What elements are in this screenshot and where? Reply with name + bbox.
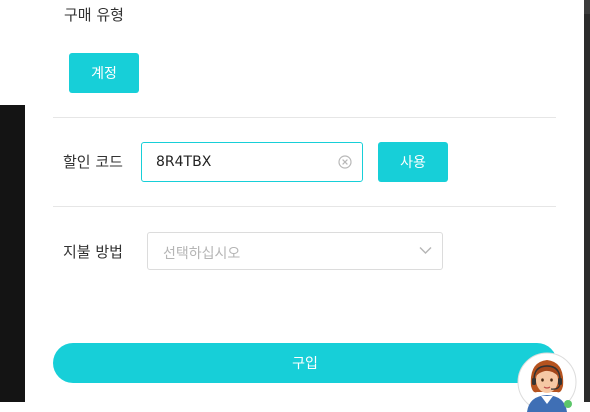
- account-button[interactable]: 계정: [69, 53, 139, 93]
- payment-method-label: 지불 방법: [63, 243, 123, 261]
- buy-button[interactable]: 구입: [53, 343, 557, 383]
- chevron-down-icon: [419, 247, 432, 254]
- apply-code-button[interactable]: 사용: [378, 142, 448, 182]
- payment-method-placeholder: 선택하십시오: [163, 246, 241, 262]
- purchase-type-label: 구매 유형: [64, 6, 124, 24]
- support-agent-avatar-icon[interactable]: [517, 352, 577, 412]
- purchase-panel: 구매 유형 계정 할인 코드 사용 지불 방법 선택하십시오 구입: [25, 0, 584, 402]
- divider: [53, 117, 556, 118]
- divider: [53, 206, 556, 207]
- discount-code-label: 할인 코드: [63, 153, 123, 171]
- scrollbar[interactable]: [584, 0, 590, 402]
- scrollbar-thumb[interactable]: [584, 0, 590, 14]
- discount-code-input[interactable]: [156, 143, 326, 181]
- discount-code-field[interactable]: [141, 142, 363, 182]
- left-edge: [0, 0, 25, 402]
- background-overlay: [0, 105, 25, 402]
- clear-icon[interactable]: [338, 155, 352, 169]
- payment-method-select[interactable]: 선택하십시오: [147, 232, 443, 270]
